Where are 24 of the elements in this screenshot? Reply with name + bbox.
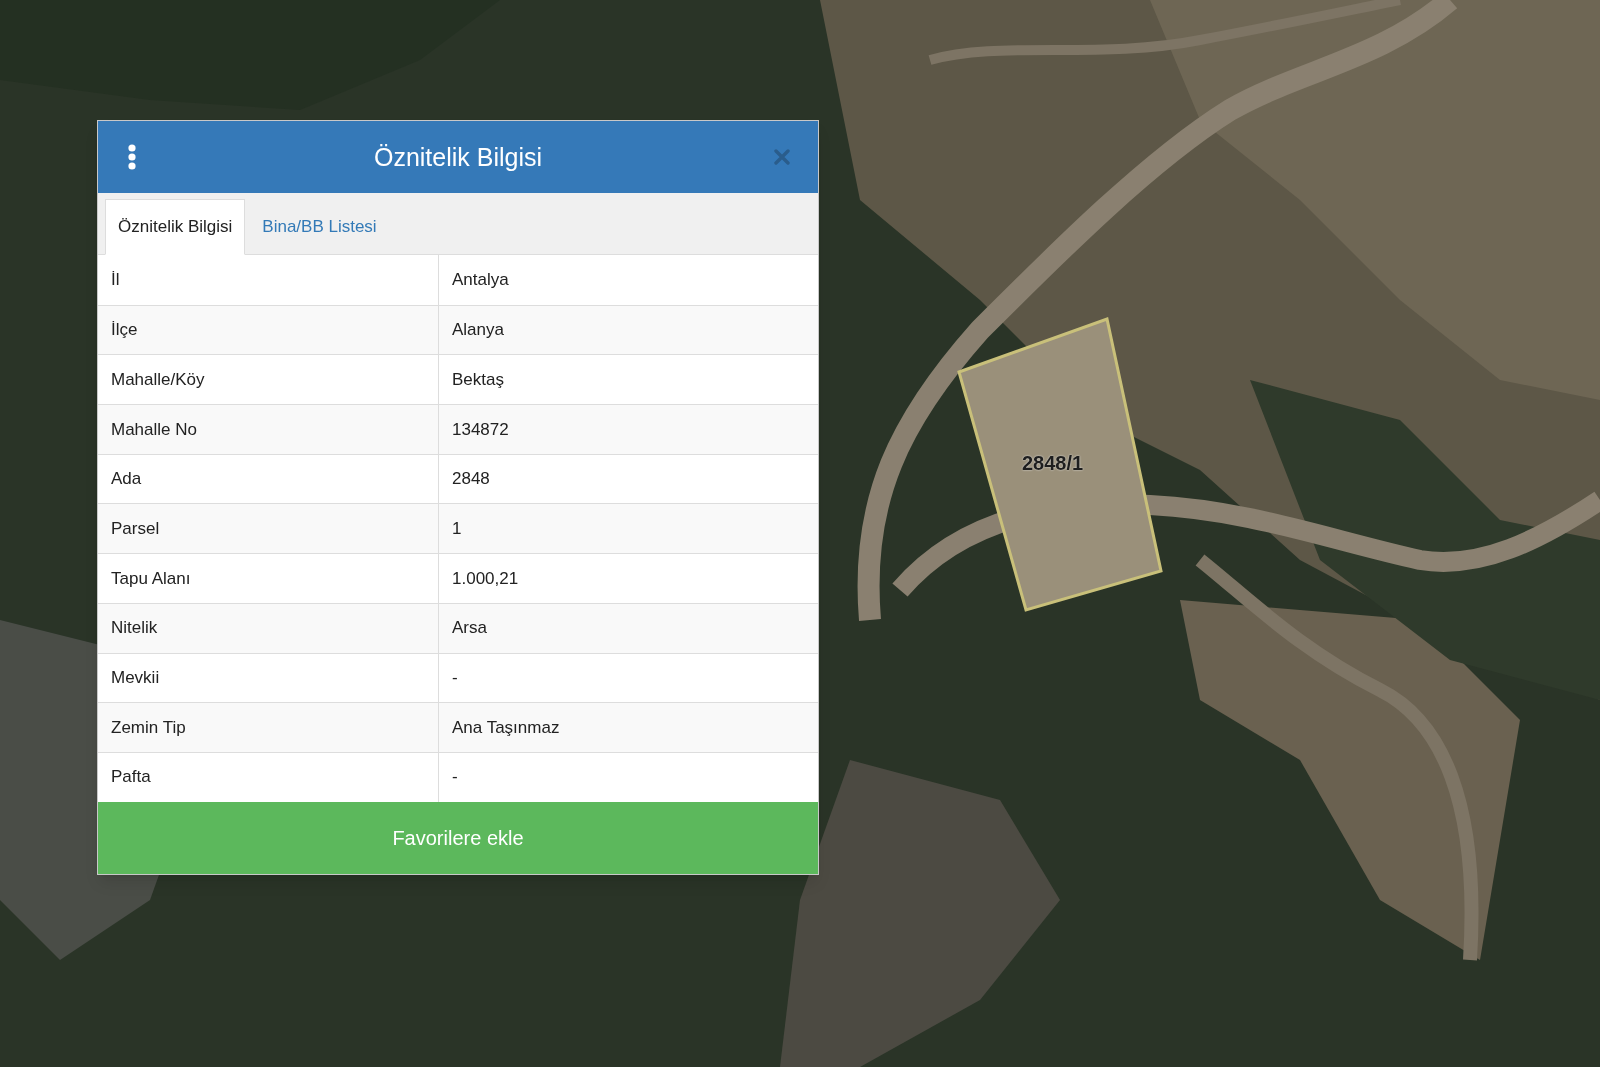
attribute-value: Alanya <box>451 319 505 342</box>
attribute-label: İl <box>98 255 439 305</box>
parcel-outline[interactable] <box>957 317 1163 612</box>
attribute-value: Antalya <box>451 269 510 292</box>
attribute-value: Arsa <box>451 617 488 640</box>
more-options-icon[interactable] <box>126 144 138 170</box>
attribute-label: Zemin Tip <box>98 703 439 752</box>
attribute-value: Ana Taşınmaz <box>451 716 561 739</box>
add-to-favorites-button[interactable]: Favorilere ekle <box>98 801 818 874</box>
attribute-value: Bektaş <box>451 368 505 391</box>
tab[interactable]: Öznitelik Bilgisi <box>105 199 246 255</box>
attribute-label: Mahalle No <box>98 405 439 454</box>
attribute-value: 1 <box>451 518 463 541</box>
attribute-value: 2848 <box>451 468 491 491</box>
attribute-value: - <box>451 667 459 690</box>
attribute-label: Pafta <box>98 752 439 802</box>
attribute-value: 134872 <box>451 418 510 441</box>
panel-title: Öznitelik Bilgisi <box>373 144 543 170</box>
attribute-value: - <box>451 766 459 789</box>
tab[interactable]: Bina/BB Listesi <box>245 199 394 255</box>
attribute-label: Nitelik <box>98 603 439 653</box>
parcel-label: 2848/1 <box>1022 453 1084 473</box>
attribute-value: 1.000,21 <box>451 567 520 590</box>
attribute-label: Tapu Alanı <box>98 554 439 603</box>
